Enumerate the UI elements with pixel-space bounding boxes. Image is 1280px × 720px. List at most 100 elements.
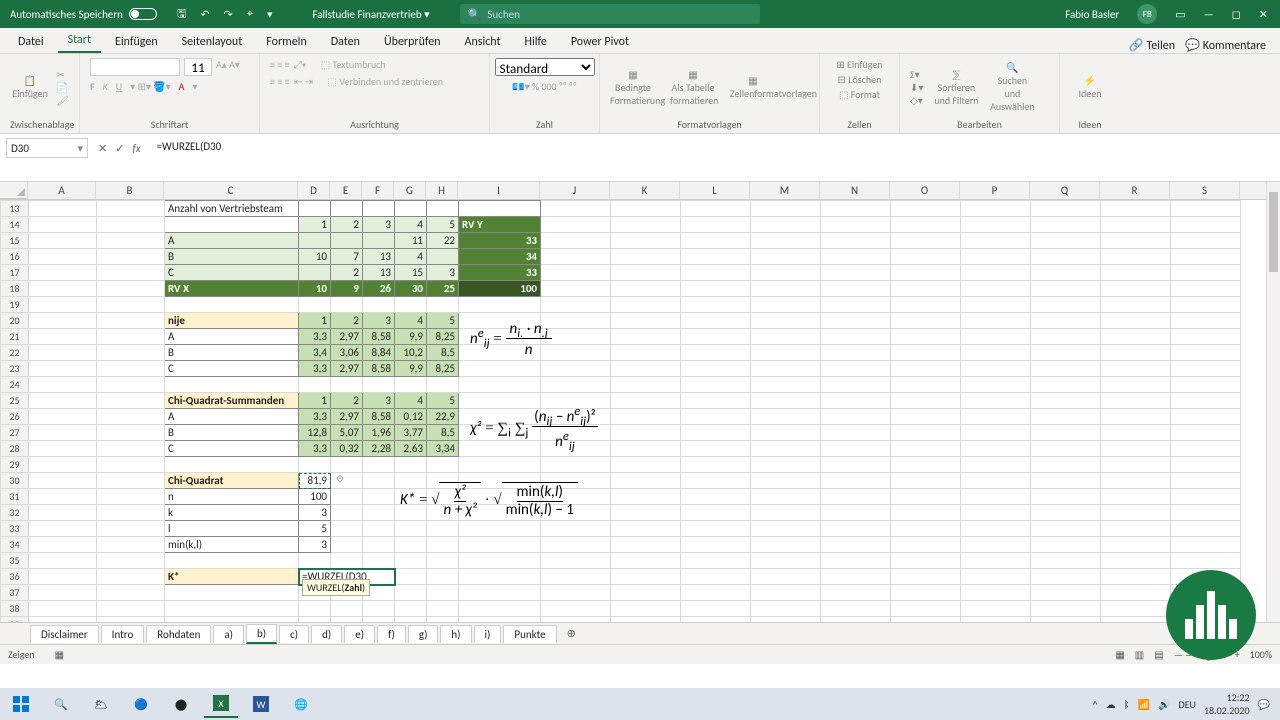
cell-styles-button[interactable]: ▦Zellenformatvorlagen — [730, 74, 776, 100]
column-headers[interactable]: A B C D E F G H I J K L M N O P Q R S — [0, 182, 1280, 200]
app-icon[interactable]: 🌥 — [84, 690, 118, 718]
accept-icon[interactable]: ✓ — [115, 142, 124, 155]
tray-clock[interactable]: 12:2218.02.2020 — [1204, 691, 1250, 717]
view-layout-icon[interactable]: ▥ — [1135, 648, 1144, 661]
tab-hilfe[interactable]: Hilfe — [515, 31, 557, 53]
as-table-button[interactable]: ▦Als Tabelle formatieren — [670, 68, 716, 107]
number-format-select[interactable]: Standard — [495, 58, 595, 76]
search-taskbar-icon[interactable]: 🔍 — [44, 690, 78, 718]
col-head[interactable]: S — [1170, 182, 1240, 199]
redo-icon[interactable]: ↷ — [224, 8, 233, 21]
col-head[interactable]: O — [890, 182, 960, 199]
tab-ueberpruefen[interactable]: Überprüfen — [374, 31, 451, 53]
col-head[interactable]: M — [750, 182, 820, 199]
select-all-button[interactable] — [0, 182, 28, 199]
search-input[interactable]: 🔍 Suchen — [460, 4, 760, 24]
col-head[interactable]: H — [426, 182, 458, 199]
col-head[interactable]: D — [298, 182, 330, 199]
excel-icon[interactable]: X — [204, 690, 238, 718]
cell[interactable]: Anzahl von Vertriebsteam — [165, 201, 299, 217]
sort-filter-button[interactable]: ⅀Sortieren und Filtern — [933, 68, 979, 107]
col-head[interactable]: B — [96, 182, 164, 199]
tab-einfuegen[interactable]: Einfügen — [105, 31, 168, 53]
col-head[interactable]: N — [820, 182, 890, 199]
maximize-icon[interactable]: ◻ — [1232, 8, 1241, 21]
col-head[interactable]: P — [960, 182, 1030, 199]
comments-button[interactable]: 💬 Kommentare — [1185, 38, 1266, 53]
edge-icon[interactable]: 🌐 — [284, 690, 318, 718]
font-size-input[interactable] — [184, 58, 212, 76]
find-select-button[interactable]: 🔍Suchen und Auswählen — [989, 61, 1035, 113]
tab-powerpivot[interactable]: Power Pivot — [561, 31, 639, 53]
col-head[interactable]: G — [394, 182, 426, 199]
close-icon[interactable]: ✕ — [1259, 8, 1268, 21]
fx-icon[interactable]: fx — [132, 142, 140, 155]
tray-lang[interactable]: DEU — [1178, 698, 1195, 711]
cells[interactable]: 13Anzahl von Vertriebsteam 1412345RV Y 1… — [0, 200, 1241, 622]
sheet-tab[interactable]: a) — [213, 625, 244, 643]
col-head[interactable]: E — [330, 182, 362, 199]
obs-icon[interactable]: ⬤ — [164, 690, 198, 718]
tray-notifications-icon[interactable]: 💬 — [1258, 698, 1270, 711]
save-icon[interactable]: 🖫 — [177, 5, 186, 24]
col-head[interactable]: R — [1100, 182, 1170, 199]
cond-format-button[interactable]: ▦Bedingte Formatierung — [610, 68, 656, 107]
ribbon-mode-icon[interactable]: ▭ — [1175, 8, 1185, 21]
format-cells-button[interactable]: ⬚ Format — [839, 88, 880, 101]
name-box[interactable]: D30▾ — [6, 138, 88, 158]
col-head[interactable]: I — [458, 182, 540, 199]
tab-datei[interactable]: Datei — [8, 31, 54, 53]
col-head[interactable]: F — [362, 182, 394, 199]
view-break-icon[interactable]: ▤ — [1154, 648, 1163, 661]
sheet-tab[interactable]: f) — [377, 625, 406, 643]
sheet-tab[interactable]: Disclaimer — [30, 625, 99, 643]
avatar[interactable]: FB — [1137, 4, 1157, 24]
merge-button[interactable]: ⬚ Verbinden und zentrieren — [328, 75, 443, 88]
formula-input[interactable]: =WURZEL(D30 — [151, 138, 1280, 178]
sheet-tab[interactable]: e) — [344, 625, 375, 643]
tab-seitenlayout[interactable]: Seitenlayout — [172, 31, 253, 53]
ideas-button[interactable]: ⚡Ideen — [1070, 74, 1110, 100]
user-name[interactable]: Fabio Basler — [1065, 8, 1119, 21]
delete-cells-button[interactable]: ⊟ Löschen — [838, 73, 882, 86]
document-name[interactable]: Fallstudie Finanzvertrieb ▾ — [313, 8, 430, 21]
sheet-tab[interactable]: Punkte — [503, 625, 556, 643]
tab-ansicht[interactable]: Ansicht — [455, 31, 511, 53]
col-head[interactable]: C — [164, 182, 298, 199]
paste-button[interactable]: 📋Einfügen — [10, 74, 50, 100]
share-button[interactable]: 🔗 Teilen — [1129, 38, 1175, 53]
more-icon[interactable]: ▾ — [267, 8, 273, 21]
sheet-tab[interactable]: Rohdaten — [146, 625, 211, 643]
col-head[interactable]: Q — [1030, 182, 1100, 199]
tray-bluetooth-icon[interactable]: ᛒ — [1124, 698, 1130, 711]
referenced-cell[interactable]: 81,9 — [299, 473, 331, 489]
zoom-level[interactable]: 100% — [1250, 648, 1272, 661]
col-head[interactable]: J — [540, 182, 610, 199]
sheet-tab-active[interactable]: b) — [246, 624, 277, 644]
tray-wifi-icon[interactable]: 📶 — [1138, 698, 1150, 711]
col-head[interactable]: K — [610, 182, 680, 199]
tray-chevron-icon[interactable]: ^ — [1093, 698, 1098, 711]
tab-start[interactable]: Start — [58, 29, 101, 53]
toggle-switch[interactable] — [129, 8, 157, 20]
col-head[interactable]: L — [680, 182, 750, 199]
minimize-icon[interactable]: — — [1204, 8, 1214, 21]
wrap-button[interactable]: ⬚ Textumbruch — [321, 58, 386, 71]
sheet-tab[interactable]: c) — [279, 625, 309, 643]
view-normal-icon[interactable]: ▦ — [1115, 648, 1124, 661]
sheet-tab[interactable]: i) — [474, 625, 502, 643]
start-button[interactable] — [4, 690, 38, 718]
word-icon[interactable]: W — [244, 690, 278, 718]
touch-icon[interactable]: ⌖ — [247, 7, 253, 21]
undo-icon[interactable]: ↶ — [200, 8, 209, 21]
insert-cells-button[interactable]: ⊞ Einfügen — [836, 58, 882, 71]
worksheet-grid[interactable]: A B C D E F G H I J K L M N O P Q R S 13… — [0, 182, 1280, 622]
tray-volume-icon[interactable]: 🔊 — [1158, 698, 1170, 711]
tab-formeln[interactable]: Formeln — [256, 31, 316, 53]
autosave-toggle[interactable]: Automatisches Speichern — [0, 8, 167, 21]
add-sheet-button[interactable]: ⊕ — [559, 625, 584, 642]
chrome-icon[interactable]: 🔵 — [124, 690, 158, 718]
macro-icon[interactable]: ▦ — [55, 648, 64, 661]
sheet-tab[interactable]: g) — [408, 625, 439, 643]
sheet-tab[interactable]: h) — [440, 625, 471, 643]
